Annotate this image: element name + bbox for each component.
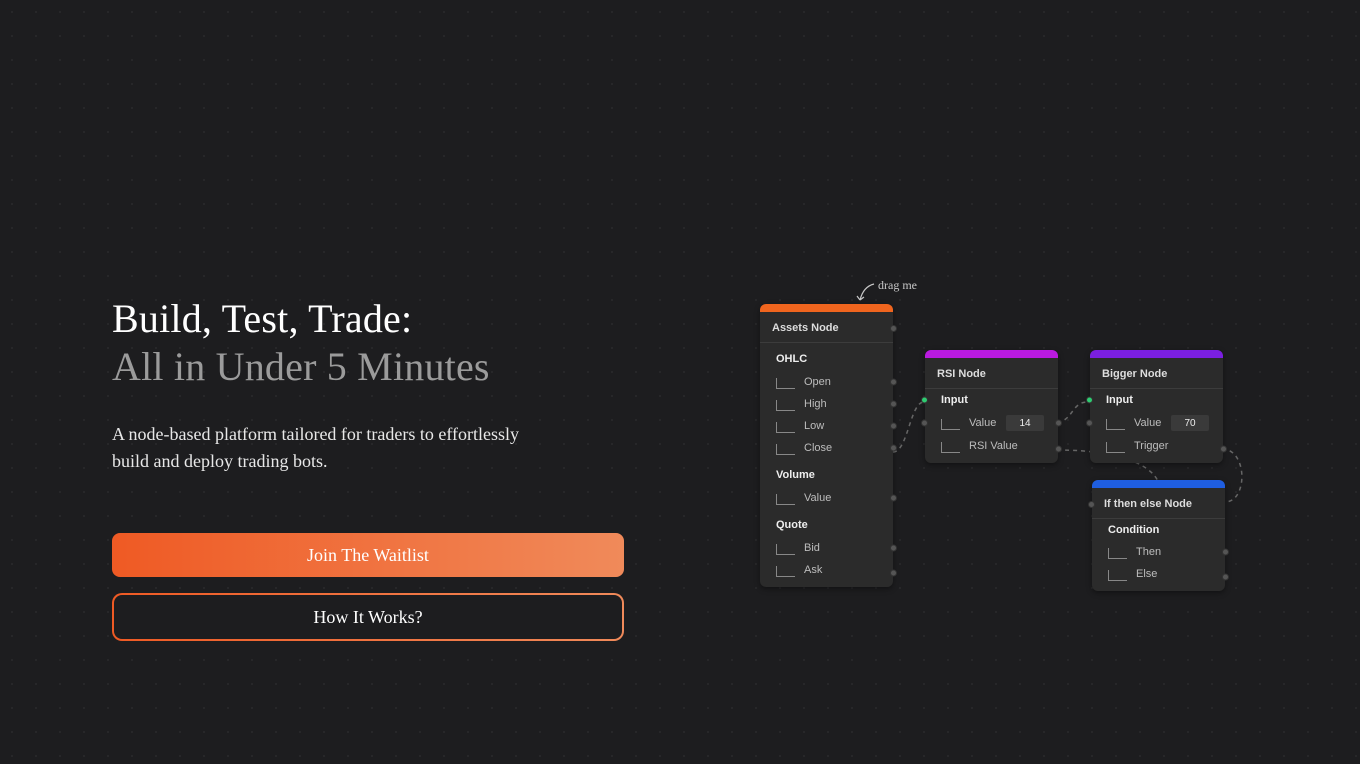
ohlc-row-low: Low: [760, 415, 893, 437]
port-out[interactable]: [1220, 446, 1227, 453]
port-in[interactable]: [921, 397, 928, 404]
ohlc-open-label: Open: [804, 376, 879, 388]
bigger-input-label: Input: [1106, 394, 1209, 406]
port-in[interactable]: [1088, 501, 1095, 508]
line-port-icon: [776, 397, 794, 411]
volume-section-label: Volume: [760, 459, 893, 487]
bigger-value-row: Value: [1090, 411, 1223, 435]
assets-node[interactable]: Assets Node OHLC Open High Low Close Vol…: [760, 304, 893, 587]
ifelse-else-row: Else: [1092, 563, 1225, 591]
port-out[interactable]: [1055, 446, 1062, 453]
ohlc-row-high: High: [760, 393, 893, 415]
bigger-trigger-row: Trigger: [1090, 435, 1223, 463]
bigger-value-label: Value: [1134, 417, 1171, 429]
bigger-trigger-label: Trigger: [1134, 440, 1209, 452]
port-out[interactable]: [890, 495, 897, 502]
rsi-output-row: RSI Value: [925, 435, 1058, 463]
ohlc-low-label: Low: [804, 420, 879, 432]
bigger-value-input[interactable]: [1171, 415, 1209, 431]
line-port-icon: [776, 441, 794, 455]
port-out[interactable]: [890, 570, 897, 577]
line-port-icon: [776, 375, 794, 389]
line-port-icon: [1108, 545, 1126, 559]
volume-value-label: Value: [804, 492, 879, 504]
line-port-icon: [776, 491, 794, 505]
port-out[interactable]: [890, 545, 897, 552]
rsi-value-label: Value: [969, 417, 1006, 429]
node-canvas[interactable]: drag me Assets Node OHLC Open High Low: [0, 0, 1360, 764]
port-out[interactable]: [1222, 549, 1229, 556]
quote-bid-label: Bid: [804, 542, 879, 554]
rsi-node-title: RSI Node: [925, 358, 1058, 389]
line-port-icon: [1106, 439, 1124, 453]
port-out[interactable]: [890, 379, 897, 386]
quote-ask-label: Ask: [804, 564, 879, 576]
port-out[interactable]: [890, 445, 897, 452]
line-port-icon: [1108, 567, 1126, 581]
ohlc-high-label: High: [804, 398, 879, 410]
bigger-node[interactable]: Bigger Node Input Value Trigger: [1090, 350, 1223, 463]
ifelse-condition-label: Condition: [1108, 524, 1211, 536]
ohlc-row-open: Open: [760, 371, 893, 393]
ifelse-node-title: If then else Node: [1092, 488, 1225, 519]
drag-arrow-icon: [856, 282, 876, 302]
ifelse-condition-row: Condition: [1092, 519, 1225, 541]
drag-hint-label: drag me: [878, 278, 917, 293]
ohlc-close-label: Close: [804, 442, 879, 454]
ohlc-row-close: Close: [760, 437, 893, 459]
port-out[interactable]: [890, 423, 897, 430]
port-in[interactable]: [1086, 420, 1093, 427]
port-out[interactable]: [890, 401, 897, 408]
quote-section-label: Quote: [760, 509, 893, 537]
ifelse-then-row: Then: [1092, 541, 1225, 563]
port-out[interactable]: [1055, 420, 1062, 427]
line-port-icon: [1106, 416, 1124, 430]
line-port-icon: [776, 419, 794, 433]
rsi-value-input[interactable]: [1006, 415, 1044, 431]
bigger-node-header[interactable]: [1090, 350, 1223, 358]
ohlc-section-label: OHLC: [760, 343, 893, 371]
bigger-input-row: Input: [1090, 389, 1223, 411]
assets-node-header[interactable]: [760, 304, 893, 312]
port-out[interactable]: [1222, 574, 1229, 581]
ifelse-else-label: Else: [1136, 568, 1211, 580]
rsi-value-row: Value: [925, 411, 1058, 435]
port-in[interactable]: [921, 420, 928, 427]
line-port-icon: [941, 416, 959, 430]
port-in[interactable]: [1086, 397, 1093, 404]
port-out[interactable]: [890, 325, 897, 332]
quote-row-ask: Ask: [760, 559, 893, 587]
ifelse-then-label: Then: [1136, 546, 1211, 558]
rsi-output-label: RSI Value: [969, 440, 1044, 452]
quote-row-bid: Bid: [760, 537, 893, 559]
assets-node-title: Assets Node: [760, 312, 893, 343]
bigger-node-title: Bigger Node: [1090, 358, 1223, 389]
rsi-input-row: Input: [925, 389, 1058, 411]
volume-row-value: Value: [760, 487, 893, 509]
rsi-input-label: Input: [941, 394, 1044, 406]
ifelse-node-header[interactable]: [1092, 480, 1225, 488]
rsi-node-header[interactable]: [925, 350, 1058, 358]
line-port-icon: [776, 563, 794, 577]
rsi-node[interactable]: RSI Node Input Value RSI Value: [925, 350, 1058, 463]
ifelse-node[interactable]: If then else Node Condition Then Else: [1092, 480, 1225, 591]
line-port-icon: [776, 541, 794, 555]
line-port-icon: [941, 439, 959, 453]
